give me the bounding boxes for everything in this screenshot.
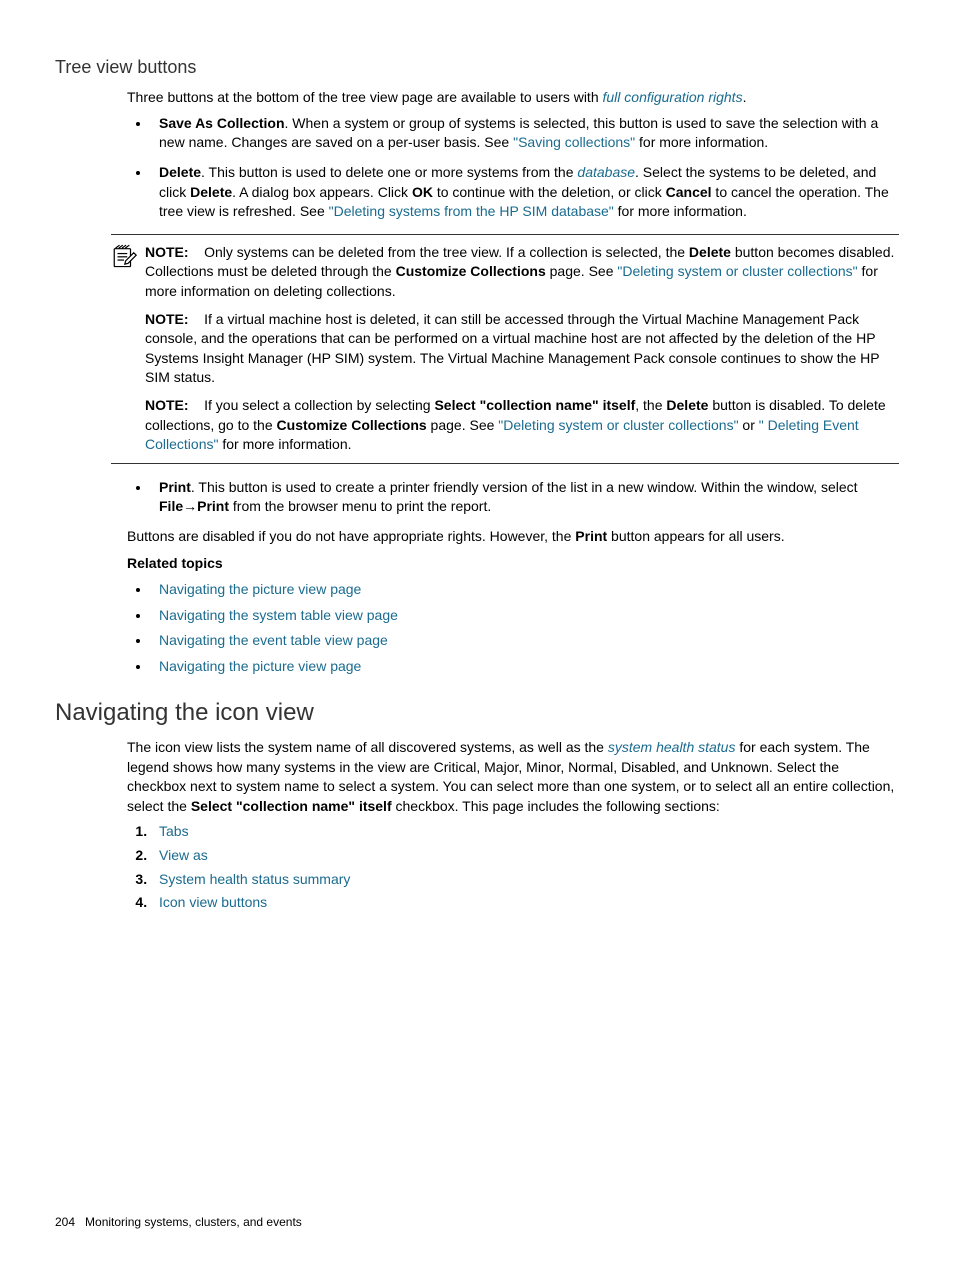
note-label: NOTE: [145, 244, 189, 260]
link-picture-view-2[interactable]: Navigating the picture view page [159, 658, 361, 674]
link-system-health-status[interactable]: system health status [608, 739, 736, 755]
text: for more information. [218, 436, 351, 452]
heading-navigating-icon-view: Navigating the icon view [55, 696, 899, 730]
text-bold: Customize Collections [277, 417, 427, 433]
text-bold: Delete [689, 244, 731, 260]
text: If you select a collection by selecting [204, 397, 434, 413]
link-tabs[interactable]: Tabs [159, 823, 189, 839]
text-bold: Print [575, 528, 607, 544]
list-item: Tabs [151, 822, 899, 842]
text: , the [635, 397, 666, 413]
text: The icon view lists the system name of a… [127, 739, 608, 755]
note-label: NOTE: [145, 311, 189, 327]
text: . This button is used to delete one or m… [201, 164, 577, 180]
after-print-paragraph: Buttons are disabled if you do not have … [127, 527, 899, 547]
label: Print [159, 479, 191, 495]
link-picture-view[interactable]: Navigating the picture view page [159, 581, 361, 597]
text: from the browser menu to print the repor… [229, 498, 491, 514]
text: → [183, 498, 197, 514]
related-link-item: Navigating the system table view page [151, 606, 899, 626]
text: Only systems can be deleted from the tre… [204, 244, 689, 260]
note-2: NOTE: If a virtual machine host is delet… [145, 310, 899, 388]
related-link-item: Navigating the picture view page [151, 580, 899, 600]
text-bold: Select "collection name" itself [191, 798, 392, 814]
link-deleting-collections[interactable]: "Deleting system or cluster collections" [617, 263, 857, 279]
intro-paragraph: Three buttons at the bottom of the tree … [127, 88, 899, 108]
text-bold: File [159, 498, 183, 514]
text: button appears for all users. [607, 528, 784, 544]
list-item: Icon view buttons [151, 893, 899, 913]
note-1: NOTE: Only systems can be deleted from t… [145, 243, 899, 302]
text: checkbox. This page includes the followi… [392, 798, 720, 814]
text-bold: Print [197, 498, 229, 514]
text-bold: Delete [666, 397, 708, 413]
heading-tree-view-buttons: Tree view buttons [55, 55, 899, 80]
text: or [739, 417, 759, 433]
text: to continue with the deletion, or click [433, 184, 666, 200]
note-icon [111, 243, 145, 275]
text: page. See [546, 263, 618, 279]
link-deleting-systems[interactable]: "Deleting systems from the HP SIM databa… [329, 203, 614, 219]
icon-view-intro: The icon view lists the system name of a… [127, 738, 899, 816]
link-system-table-view[interactable]: Navigating the system table view page [159, 607, 398, 623]
text: . [743, 89, 747, 105]
text: Three buttons at the bottom of the tree … [127, 89, 603, 105]
text-bold: Customize Collections [396, 263, 546, 279]
list-item: System health status summary [151, 870, 899, 890]
text: for more information. [614, 203, 747, 219]
text-bold: Delete [190, 184, 232, 200]
text-bold: OK [412, 184, 433, 200]
text: page. See [427, 417, 499, 433]
text-bold: Cancel [666, 184, 712, 200]
related-link-item: Navigating the picture view page [151, 657, 899, 677]
link-deleting-collections-2[interactable]: "Deleting system or cluster collections" [498, 417, 738, 433]
note-label: NOTE: [145, 397, 189, 413]
link-health-summary[interactable]: System health status summary [159, 871, 350, 887]
bullet-delete: Delete. This button is used to delete on… [151, 163, 899, 222]
text: If a virtual machine host is deleted, it… [145, 311, 879, 386]
label: Save As Collection [159, 115, 285, 131]
related-link-item: Navigating the event table view page [151, 631, 899, 651]
bullet-print: Print. This button is used to create a p… [151, 478, 899, 517]
text: . This button is used to create a printe… [191, 479, 858, 495]
related-topics-heading: Related topics [127, 554, 899, 574]
label: Delete [159, 164, 201, 180]
text: Buttons are disabled if you do not have … [127, 528, 575, 544]
list-item: View as [151, 846, 899, 866]
bullet-save-as-collection: Save As Collection. When a system or gro… [151, 114, 899, 153]
link-full-config-rights[interactable]: full configuration rights [603, 89, 743, 105]
link-saving-collections[interactable]: "Saving collections" [513, 134, 635, 150]
page-number: 204 [55, 1215, 75, 1229]
link-database[interactable]: database [577, 164, 635, 180]
text: for more information. [635, 134, 768, 150]
note-3: NOTE: If you select a collection by sele… [145, 396, 899, 455]
text: . A dialog box appears. Click [232, 184, 412, 200]
footer-title: Monitoring systems, clusters, and events [85, 1215, 302, 1229]
link-view-as[interactable]: View as [159, 847, 208, 863]
link-event-table-view[interactable]: Navigating the event table view page [159, 632, 388, 648]
link-icon-view-buttons[interactable]: Icon view buttons [159, 894, 267, 910]
text-bold: Select "collection name" itself [434, 397, 635, 413]
page-footer: 204 Monitoring systems, clusters, and eve… [55, 1214, 302, 1231]
